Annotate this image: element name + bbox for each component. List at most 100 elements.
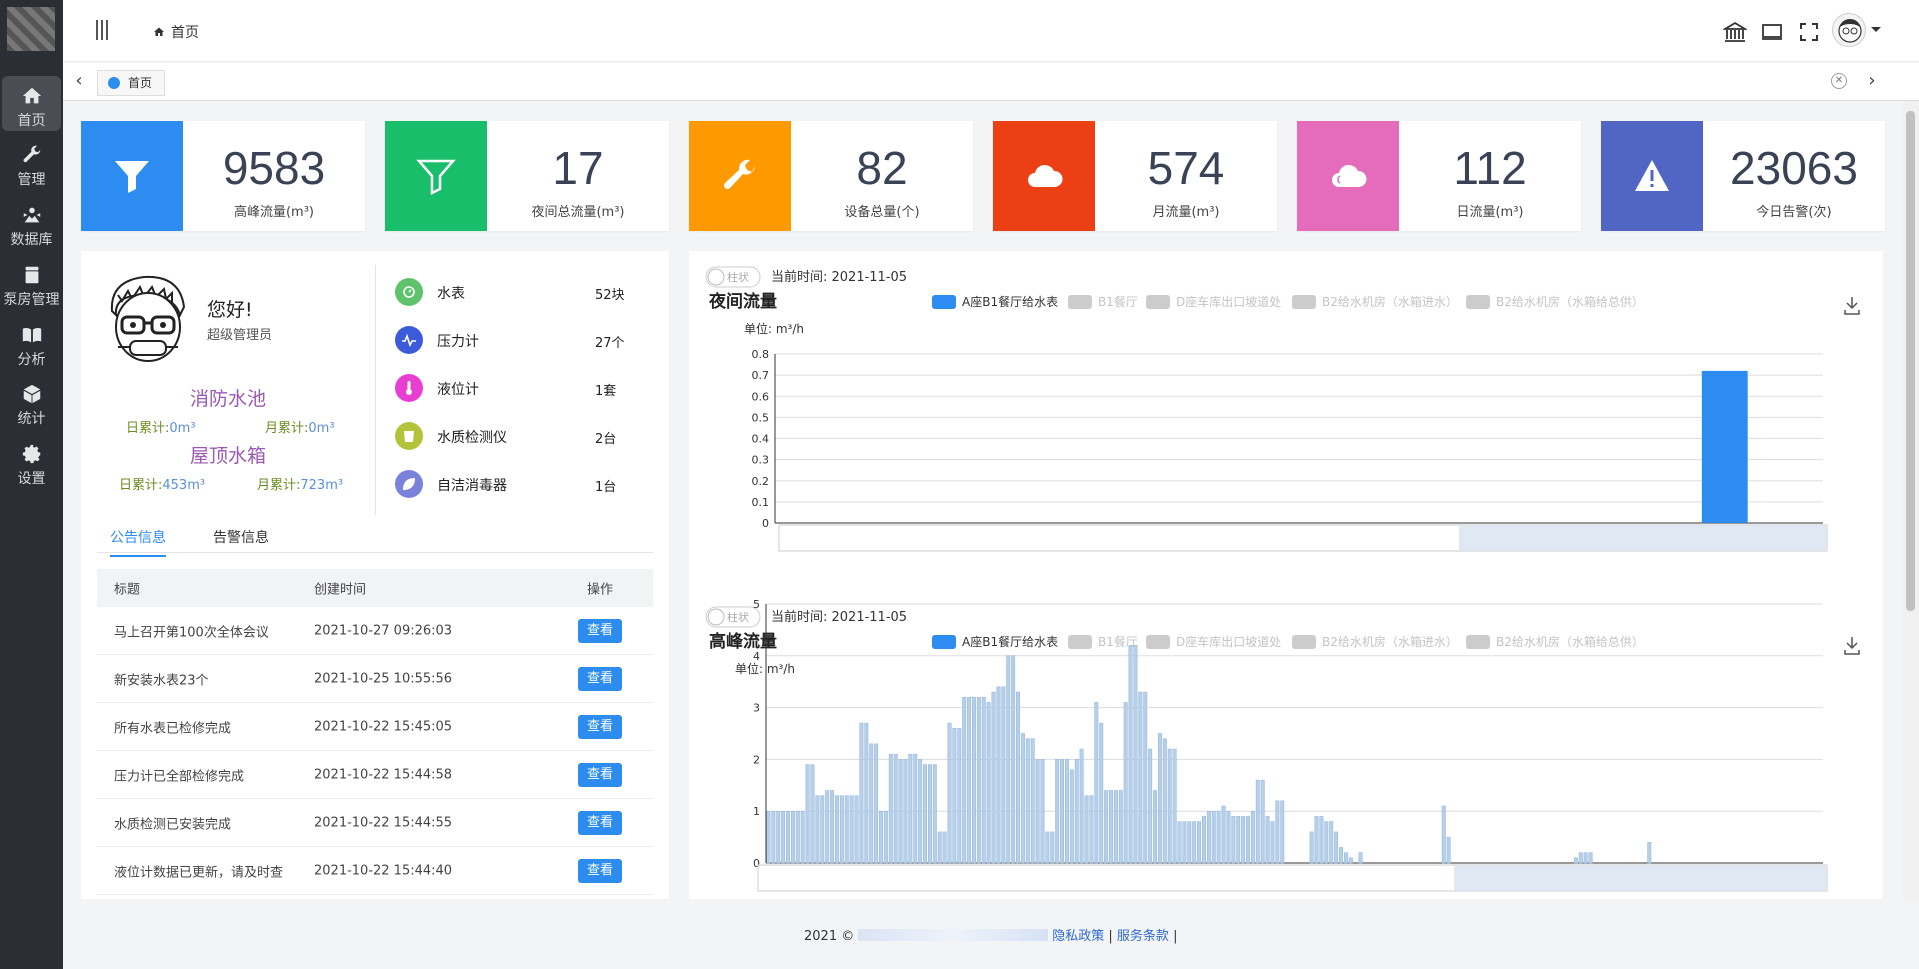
bar[interactable] — [1573, 857, 1578, 864]
bar[interactable] — [1025, 738, 1030, 864]
bar[interactable] — [991, 691, 996, 864]
bar[interactable] — [927, 764, 932, 864]
bar[interactable] — [1270, 821, 1275, 864]
view-button[interactable]: 查看 — [578, 715, 622, 739]
bar[interactable] — [1446, 836, 1451, 864]
stat-card[interactable]: 23063 今日告警(次) — [1601, 121, 1885, 231]
bar[interactable] — [972, 696, 976, 864]
legend-swatch[interactable] — [1068, 295, 1092, 309]
bar[interactable] — [957, 728, 962, 864]
bar[interactable] — [1113, 790, 1118, 864]
bar[interactable] — [1275, 800, 1280, 864]
bar[interactable] — [1084, 795, 1089, 864]
view-button[interactable]: 查看 — [578, 811, 622, 835]
bar[interactable] — [1202, 816, 1206, 864]
bar[interactable] — [1221, 805, 1226, 864]
bar[interactable] — [1241, 816, 1246, 864]
bar[interactable] — [947, 722, 952, 864]
bar[interactable] — [893, 753, 898, 864]
bar[interactable] — [1143, 691, 1148, 864]
legend-swatch[interactable] — [1146, 635, 1170, 649]
sidebar-item-home[interactable]: 首页 — [2, 76, 61, 131]
view-button[interactable]: 查看 — [578, 667, 622, 691]
bar[interactable] — [883, 810, 888, 864]
bar[interactable] — [1260, 779, 1265, 864]
bar[interactable] — [942, 831, 947, 864]
chevron-left-icon[interactable]: ‹ — [69, 72, 89, 92]
bar[interactable] — [790, 810, 795, 864]
bar[interactable] — [1324, 821, 1329, 864]
bar[interactable] — [932, 764, 937, 864]
bar[interactable] — [844, 795, 849, 864]
bar[interactable] — [952, 728, 957, 864]
zoom-slider-window[interactable] — [1459, 525, 1827, 551]
bar[interactable] — [1578, 852, 1583, 864]
bar[interactable] — [1133, 645, 1138, 864]
bar[interactable] — [859, 722, 864, 864]
legend-item[interactable]: A座B1餐厅给水表 — [962, 634, 1058, 649]
bar[interactable] — [1314, 816, 1319, 864]
bar[interactable] — [1020, 733, 1025, 864]
zoom-slider-window[interactable] — [1454, 865, 1827, 891]
legend-swatch[interactable] — [1292, 635, 1316, 649]
bar[interactable] — [1162, 738, 1167, 864]
bar[interactable] — [1348, 857, 1353, 864]
bar[interactable] — [898, 759, 903, 864]
bar[interactable] — [1226, 810, 1231, 864]
bar[interactable] — [1094, 702, 1099, 864]
bar[interactable] — [1255, 779, 1260, 864]
bar[interactable] — [1060, 759, 1065, 864]
close-all-tabs-icon[interactable]: ✕ — [1831, 73, 1847, 89]
bar[interactable] — [815, 795, 820, 864]
avatar[interactable] — [1832, 13, 1866, 47]
bar[interactable] — [976, 696, 981, 864]
breadcrumb[interactable]: 首页 — [153, 22, 199, 42]
bar[interactable] — [834, 795, 839, 864]
bar[interactable] — [869, 743, 874, 864]
bar[interactable] — [805, 764, 810, 864]
bar[interactable] — [1358, 852, 1363, 864]
bar[interactable] — [776, 810, 781, 864]
legend-swatch[interactable] — [1466, 295, 1490, 309]
bar[interactable] — [1069, 769, 1074, 864]
bar[interactable] — [1343, 852, 1348, 864]
sidebar-item-database[interactable]: 数据库 — [2, 195, 61, 250]
bar[interactable] — [1167, 748, 1172, 864]
bank-icon[interactable] — [1721, 20, 1749, 44]
legend-item[interactable]: B2给水机房（水箱给总供） — [1496, 634, 1644, 649]
bar[interactable] — [913, 753, 918, 864]
menu-toggle-icon[interactable] — [96, 20, 110, 40]
stat-card[interactable]: 112 日流量(m³) — [1297, 121, 1581, 231]
legend-item[interactable]: D座车库出口坡道处 — [1176, 294, 1281, 309]
bar[interactable] — [1197, 821, 1202, 864]
bar[interactable] — [879, 810, 883, 864]
view-button[interactable]: 查看 — [578, 619, 622, 643]
bar[interactable] — [766, 810, 771, 864]
bar[interactable] — [1006, 655, 1011, 864]
bar[interactable] — [1334, 831, 1339, 864]
tab-home[interactable]: 首页 — [97, 70, 165, 96]
bar[interactable] — [1079, 748, 1084, 864]
bar[interactable] — [1329, 821, 1334, 864]
stat-card[interactable]: 17 夜间总流量(m³) — [385, 121, 669, 231]
bar[interactable] — [854, 795, 859, 864]
bar[interactable] — [1250, 810, 1255, 864]
bar[interactable] — [1182, 821, 1187, 864]
legend-item[interactable]: B1餐厅 — [1098, 294, 1138, 309]
sidebar-item-statistics[interactable]: 统计 — [2, 374, 61, 429]
bar[interactable] — [1030, 738, 1035, 864]
bar[interactable] — [1104, 790, 1109, 864]
bar[interactable] — [1153, 790, 1157, 864]
bar[interactable] — [1177, 821, 1182, 864]
bar[interactable] — [903, 759, 908, 864]
bar[interactable] — [1011, 655, 1016, 864]
legend-swatch[interactable] — [1292, 295, 1316, 309]
bar[interactable] — [874, 743, 879, 864]
legend-item[interactable]: D座车库出口坡道处 — [1176, 634, 1281, 649]
stat-card[interactable]: 9583 高峰流量(m³) — [81, 121, 365, 231]
bar[interactable] — [1118, 790, 1123, 864]
bar[interactable] — [1280, 800, 1285, 864]
bar[interactable] — [908, 753, 913, 864]
bar[interactable] — [996, 686, 1001, 864]
legend-item[interactable]: B2给水机房（水箱给总供） — [1496, 294, 1644, 309]
